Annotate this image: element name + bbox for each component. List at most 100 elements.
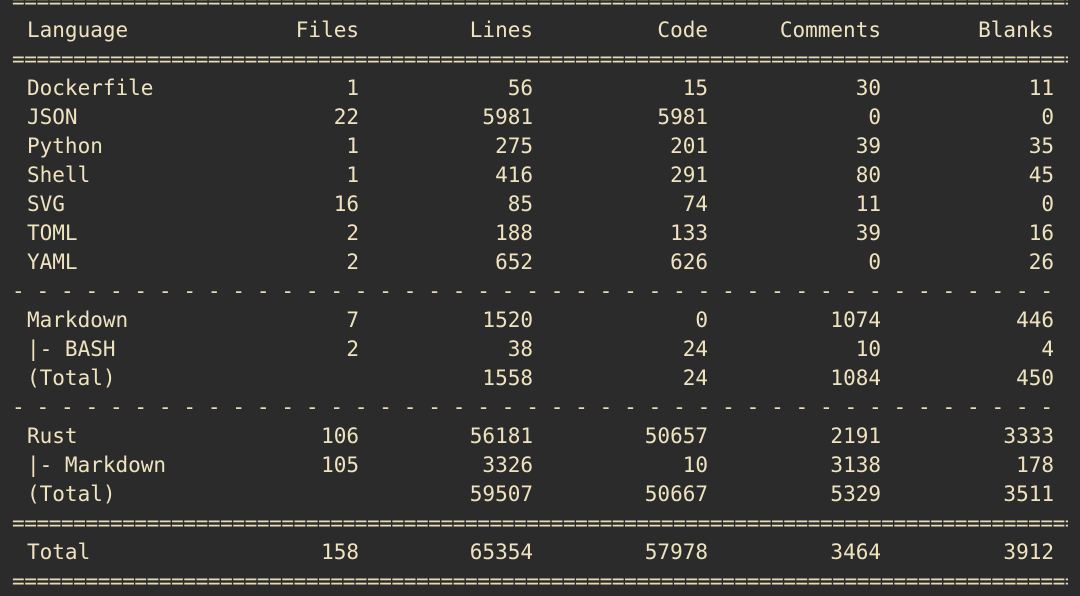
- row-comments: 1074: [830, 308, 881, 332]
- table-row: SVG 16 85 74 11 0: [0, 190, 1080, 219]
- row-code: 74: [682, 192, 708, 216]
- table-header: Language Files Lines Code Comments Blank…: [0, 16, 1080, 45]
- row-lines: 275: [495, 134, 533, 158]
- row-comments: 3138: [830, 453, 881, 477]
- table-row: Markdown 7 1520 0 1074 446: [0, 306, 1080, 335]
- row-language: Dockerfile: [27, 76, 154, 100]
- header-lines: Lines: [469, 18, 533, 42]
- row-comments: 30: [855, 76, 881, 100]
- row-comments: 10: [855, 337, 881, 361]
- row-files: 7: [346, 308, 359, 332]
- total-lines: 65354: [469, 540, 533, 564]
- row-files: 1: [346, 163, 359, 187]
- row-language: YAML: [27, 250, 78, 274]
- row-files: 2: [346, 250, 359, 274]
- row-blanks: 26: [1028, 250, 1054, 274]
- table-row: Dockerfile 1 56 15 30 11: [0, 74, 1080, 103]
- row-code: 5981: [657, 105, 708, 129]
- row-lines: 56: [507, 76, 533, 100]
- row-language: Python: [27, 134, 103, 158]
- row-comments: 1084: [830, 366, 881, 390]
- terminal-output: Language Files Lines Code Comments Blank…: [0, 0, 1080, 577]
- row-code: 10: [682, 453, 708, 477]
- row-lines: 1520: [482, 308, 533, 332]
- total-code: 57978: [644, 540, 708, 564]
- row-lines: 56181: [469, 424, 533, 448]
- row-code: 24: [682, 366, 708, 390]
- row-files: 1: [346, 134, 359, 158]
- header-blanks: Blanks: [978, 18, 1054, 42]
- row-files: 105: [321, 453, 359, 477]
- row-blanks: 16: [1028, 221, 1054, 245]
- separator-line: [12, 509, 1068, 538]
- row-comments: 39: [855, 221, 881, 245]
- row-comments: 80: [855, 163, 881, 187]
- row-comments: 2191: [830, 424, 881, 448]
- row-code: 15: [682, 76, 708, 100]
- separator-line: [12, 393, 1068, 422]
- total-blanks: 3912: [1003, 540, 1054, 564]
- row-language: (Total): [27, 366, 116, 390]
- row-comments: 11: [855, 192, 881, 216]
- table-row: Rust 106 56181 50657 2191 3333: [0, 422, 1080, 451]
- row-blanks: 446: [1016, 308, 1054, 332]
- row-lines: 5981: [482, 105, 533, 129]
- row-blanks: 35: [1028, 134, 1054, 158]
- row-files: 106: [321, 424, 359, 448]
- row-lines: 1558: [482, 366, 533, 390]
- row-lines: 416: [495, 163, 533, 187]
- row-lines: 59507: [469, 482, 533, 506]
- header-code: Code: [657, 18, 708, 42]
- row-files: 2: [346, 221, 359, 245]
- header-language: Language: [27, 18, 129, 42]
- table-row: YAML 2 652 626 0 26: [0, 248, 1080, 277]
- header-files: Files: [295, 18, 359, 42]
- row-code: 133: [670, 221, 708, 245]
- row-language: Rust: [27, 424, 78, 448]
- row-comments: 39: [855, 134, 881, 158]
- total-comments: 3464: [830, 540, 881, 564]
- total-row: Total 158 65354 57978 3464 3912: [0, 538, 1080, 567]
- row-blanks: 11: [1028, 76, 1054, 100]
- table-row: JSON 22 5981 5981 0 0: [0, 103, 1080, 132]
- row-files: 16: [333, 192, 359, 216]
- row-language: |- Markdown: [27, 453, 167, 477]
- row-files: 22: [333, 105, 359, 129]
- total-files: 158: [321, 540, 359, 564]
- row-code: 50657: [644, 424, 708, 448]
- row-blanks: 0: [1041, 105, 1054, 129]
- row-lines: 652: [495, 250, 533, 274]
- row-language: (Total): [27, 482, 116, 506]
- total-language: Total: [27, 540, 91, 564]
- row-comments: 5329: [830, 482, 881, 506]
- row-code: 0: [695, 308, 708, 332]
- row-code: 201: [670, 134, 708, 158]
- table-row: (Total) 1558 24 1084 450: [0, 364, 1080, 393]
- row-files: 2: [346, 337, 359, 361]
- separator-line: [12, 0, 1068, 16]
- table-row: Shell 1 416 291 80 45: [0, 161, 1080, 190]
- row-language: Shell: [27, 163, 91, 187]
- row-language: |- BASH: [27, 337, 116, 361]
- row-blanks: 45: [1028, 163, 1054, 187]
- row-code: 291: [670, 163, 708, 187]
- table-row: TOML 2 188 133 39 16: [0, 219, 1080, 248]
- row-blanks: 178: [1016, 453, 1054, 477]
- row-language: JSON: [27, 105, 78, 129]
- row-blanks: 4: [1041, 337, 1054, 361]
- row-lines: 3326: [482, 453, 533, 477]
- table-row: |- Markdown 105 3326 10 3138 178: [0, 451, 1080, 480]
- separator-line: [12, 45, 1068, 74]
- row-code: 50667: [644, 482, 708, 506]
- row-blanks: 0: [1041, 192, 1054, 216]
- table-row: |- BASH 2 38 24 10 4: [0, 335, 1080, 364]
- row-blanks: 450: [1016, 366, 1054, 390]
- row-code: 24: [682, 337, 708, 361]
- table-row: Python 1 275 201 39 35: [0, 132, 1080, 161]
- row-language: TOML: [27, 221, 78, 245]
- header-comments: Comments: [779, 18, 881, 42]
- row-code: 626: [670, 250, 708, 274]
- row-lines: 85: [507, 192, 533, 216]
- separator-line: [12, 277, 1068, 306]
- row-comments: 0: [868, 105, 881, 129]
